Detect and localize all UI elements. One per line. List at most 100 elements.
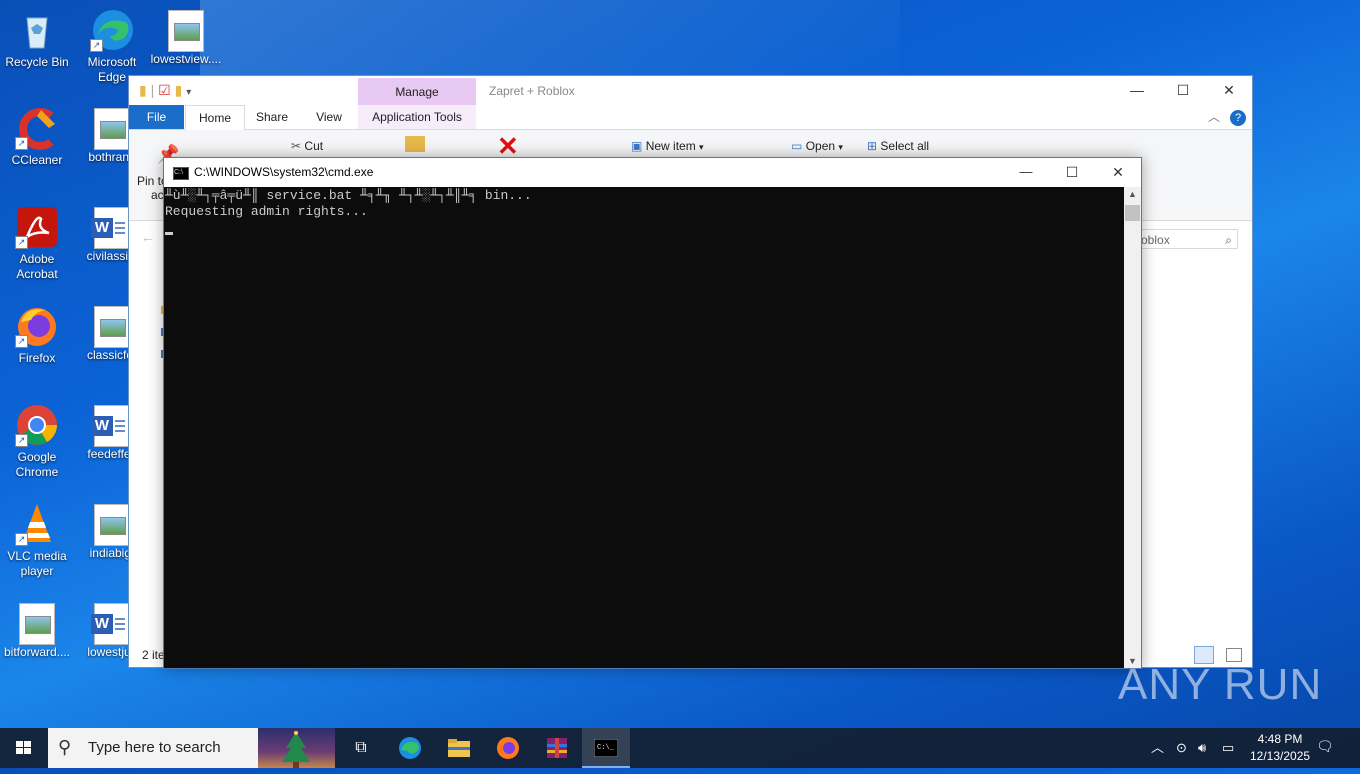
image-file-icon <box>94 108 130 150</box>
tab-home[interactable]: Home <box>185 105 245 130</box>
desktop-icon-label: CCleaner <box>11 153 63 167</box>
new-folder-icon[interactable]: ▮ <box>175 82 183 98</box>
select-all-button[interactable]: ⊞ Select all <box>867 139 929 153</box>
vlc-cone-icon: ↗ <box>15 502 59 546</box>
search-input[interactable]: oblox ⌕ <box>1134 229 1238 249</box>
desktop-icon-recycle-bin[interactable]: Recycle Bin <box>1 8 73 70</box>
desktop-icon-label: VLC media player <box>7 549 67 578</box>
notification-center-icon[interactable]: 🗨︎ <box>1316 738 1336 756</box>
meet-now-icon[interactable]: ⊙ <box>1176 728 1187 768</box>
tab-file[interactable]: File <box>129 105 184 129</box>
shortcut-arrow-icon: ↗ <box>15 335 28 348</box>
volume-icon[interactable]: 🔊︎ <box>1198 728 1206 768</box>
acrobat-icon: ↗ <box>15 205 59 249</box>
desktop-icon-label: Firefox <box>18 351 56 365</box>
back-arrow-icon[interactable]: ← <box>141 229 155 245</box>
desktop-icon-lowestview[interactable]: lowestview.... <box>150 8 222 67</box>
taskbar-cmd-icon[interactable]: C:\_ <box>582 728 630 768</box>
minimize-ribbon-chevron-icon[interactable]: ︿ <box>1208 110 1220 124</box>
folder-icon[interactable]: ▮ <box>139 82 147 98</box>
item-count: 2 ite <box>142 648 165 662</box>
shortcut-arrow-icon: ↗ <box>90 39 103 52</box>
scissors-icon: ✂ <box>291 139 302 153</box>
search-highlight-illustration <box>258 728 335 768</box>
taskbar-clock[interactable]: 4:48 PM 12/13/2025 <box>1250 731 1310 765</box>
svg-text:C:\_: C:\_ <box>597 744 615 752</box>
search-icon: ⚲ <box>58 737 72 757</box>
cmd-icon: C:\ <box>173 167 189 180</box>
start-button[interactable] <box>0 728 48 768</box>
word-document-icon: W <box>91 405 130 447</box>
cmd-console-output[interactable]: ╨ù╨░╨┐╤â╤ü╨║ service.bat ╨╕╨╖ ╨┐╨░╨┐╨║╨╕… <box>164 187 1124 668</box>
ribbon-tab-bar: File Home Share View Application Tools ︿… <box>129 105 1252 130</box>
cmd-titlebar[interactable]: C:\ C:\WINDOWS\system32\cmd.exe — ☐ ✕ <box>164 158 1141 187</box>
pin-label-cont: ac <box>151 188 164 202</box>
explorer-titlebar[interactable]: ▮ | ☑ ▮ ▾ Manage Zapret + Roblox — ☐ ✕ <box>129 76 1252 105</box>
image-file-icon <box>94 504 130 546</box>
desktop-icon-label: bitforward.... <box>3 645 71 659</box>
desktop-icon-ccleaner[interactable]: ↗ CCleaner <box>1 106 73 168</box>
desktop-icon-firefox[interactable]: ↗ Firefox <box>1 304 73 366</box>
shortcut-arrow-icon: ↗ <box>15 236 28 249</box>
image-file-icon <box>19 603 55 645</box>
customize-toolbar-chevron-icon[interactable]: ▾ <box>186 87 191 98</box>
taskbar-firefox-icon[interactable] <box>484 728 532 768</box>
ccleaner-icon: ↗ <box>15 106 59 150</box>
properties-icon[interactable]: ☑ <box>158 82 171 98</box>
help-icon[interactable]: ? <box>1230 110 1246 126</box>
desktop-icon-microsoft-edge[interactable]: ↗ Microsoft Edge <box>76 8 148 85</box>
desktop-icon-vlc[interactable]: ↗ VLC media player <box>1 502 73 579</box>
desktop-icon-label: lowestview.... <box>150 52 222 66</box>
desktop-icon-adobe-acrobat[interactable]: ↗ Adobe Acrobat <box>1 205 73 282</box>
word-document-icon: W <box>91 603 130 645</box>
manage-contextual-tab-header: Manage <box>358 78 476 105</box>
image-file-icon <box>94 306 130 348</box>
tab-share[interactable]: Share <box>247 105 297 129</box>
folder-icon <box>405 136 425 155</box>
explorer-close-button[interactable]: ✕ <box>1206 76 1252 105</box>
explorer-minimize-button[interactable]: — <box>1114 76 1160 105</box>
tab-application-tools[interactable]: Application Tools <box>358 105 476 129</box>
quick-access-toolbar[interactable]: ▮ | ☑ ▮ ▾ <box>139 82 191 99</box>
windows-logo-icon <box>16 741 31 754</box>
taskbar-edge-icon[interactable] <box>386 728 434 768</box>
open-button[interactable]: ▭ Open ▾ <box>791 139 843 153</box>
taskbar-search-box[interactable]: ⚲ Type here to search <box>48 728 335 768</box>
text-cursor <box>165 232 173 235</box>
desktop-icon-label: Google Chrome <box>15 450 59 479</box>
desktop-icon-label: Adobe Acrobat <box>16 252 58 281</box>
cmd-window[interactable]: C:\ C:\WINDOWS\system32\cmd.exe — ☐ ✕ ╨ù… <box>163 157 1142 669</box>
desktop-icon-bitforward[interactable]: bitforward.... <box>1 601 73 660</box>
clock-date: 12/13/2025 <box>1250 749 1311 763</box>
anyrun-watermark: ANY RUN <box>1118 660 1323 709</box>
scrollbar-thumb[interactable] <box>1125 205 1140 221</box>
console-line: Requesting admin rights... <box>165 204 368 219</box>
clock-time: 4:48 PM <box>1257 732 1303 746</box>
task-view-icon[interactable]: ⧉ <box>337 728 385 768</box>
explorer-window-title: Zapret + Roblox <box>489 84 575 98</box>
taskbar-search-placeholder: Type here to search <box>88 739 221 756</box>
delete-icon[interactable]: ✕ <box>497 133 519 159</box>
chrome-icon: ↗ <box>15 403 59 447</box>
taskbar-winrar-icon[interactable] <box>533 728 581 768</box>
show-hidden-icons-chevron-icon[interactable]: ︿ <box>1151 728 1164 768</box>
cut-button[interactable]: ✂ Cut <box>291 139 323 153</box>
search-icon: ⌕ <box>1225 233 1232 247</box>
desktop-icon-label: Recycle Bin <box>5 55 69 69</box>
cmd-minimize-button[interactable]: — <box>1003 158 1049 187</box>
cmd-vertical-scrollbar[interactable]: ▲ ▼ <box>1124 187 1141 668</box>
desktop-icon-google-chrome[interactable]: ↗ Google Chrome <box>1 403 73 480</box>
shortcut-arrow-icon: ↗ <box>15 137 28 150</box>
new-item-button[interactable]: ▣ New item ▾ <box>631 139 704 153</box>
taskbar-file-explorer-icon[interactable] <box>435 728 483 768</box>
word-document-icon: W <box>91 207 130 249</box>
network-icon[interactable]: ▭ <box>1222 728 1234 768</box>
image-file-icon <box>168 10 204 52</box>
shortcut-arrow-icon: ↗ <box>15 434 28 447</box>
cmd-window-title: C:\WINDOWS\system32\cmd.exe <box>194 165 374 179</box>
cmd-close-button[interactable]: ✕ <box>1095 158 1141 187</box>
tab-view[interactable]: View <box>304 105 354 129</box>
cmd-maximize-button[interactable]: ☐ <box>1049 158 1095 187</box>
scroll-up-arrow-icon[interactable]: ▲ <box>1124 189 1141 199</box>
explorer-maximize-button[interactable]: ☐ <box>1160 76 1206 105</box>
